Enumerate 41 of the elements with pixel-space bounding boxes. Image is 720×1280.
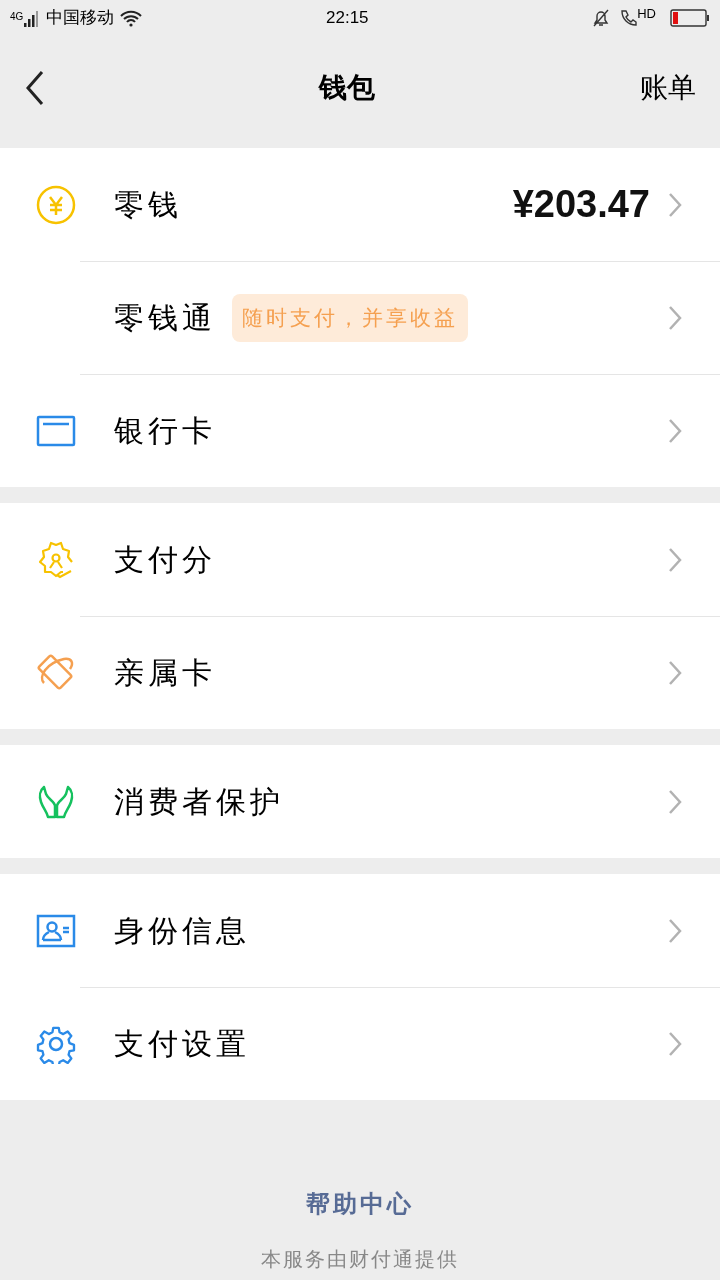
wallet-item[interactable]: 身份信息 bbox=[0, 874, 720, 987]
status-time: 22:15 bbox=[325, 7, 370, 30]
coin-icon bbox=[36, 184, 76, 225]
signal-icon bbox=[24, 9, 39, 27]
page-title: 钱包 bbox=[317, 71, 376, 105]
bill-button[interactable]: 账单 bbox=[640, 67, 696, 109]
wallet-item[interactable]: 支付分 bbox=[0, 503, 720, 616]
chevron-icon bbox=[668, 788, 682, 815]
item-label: 零钱通 bbox=[114, 300, 216, 336]
item-label: 零钱 bbox=[114, 187, 182, 223]
chevron-icon bbox=[668, 917, 682, 944]
badge-icon bbox=[36, 539, 76, 580]
wifi-icon bbox=[119, 9, 144, 27]
wallet-item[interactable]: 银行卡 bbox=[0, 374, 720, 487]
chevron-icon bbox=[668, 417, 682, 444]
network-type: 4G bbox=[10, 12, 24, 22]
item-label: 支付设置 bbox=[114, 1026, 250, 1062]
carrier-name: 中国移动 bbox=[46, 7, 115, 30]
wallet-item[interactable]: 亲属卡 bbox=[0, 616, 720, 729]
battery-icon bbox=[670, 8, 710, 28]
item-label: 消费者保护 bbox=[114, 784, 284, 820]
wallet-item[interactable]: 零钱通 随时支付，并享收益 bbox=[0, 261, 720, 374]
chevron-icon bbox=[668, 546, 682, 573]
help-center-link[interactable]: 帮助中心 bbox=[306, 1186, 414, 1222]
wallet-item[interactable]: 支付设置 bbox=[0, 987, 720, 1100]
item-label: 银行卡 bbox=[114, 413, 216, 449]
chevron-icon bbox=[668, 191, 682, 218]
provider-note: 本服务由财付通提供 bbox=[261, 1247, 459, 1272]
item-label: 支付分 bbox=[114, 542, 216, 578]
balance-amount: ¥203.47 bbox=[512, 182, 650, 227]
family-icon bbox=[36, 652, 76, 693]
item-label: 亲属卡 bbox=[114, 655, 216, 691]
wallet-item[interactable]: 零钱 ¥203.47 bbox=[0, 148, 720, 261]
promo-tag: 随时支付，并享收益 bbox=[232, 293, 468, 342]
wallet-item[interactable]: 消费者保护 bbox=[0, 745, 720, 858]
phone-icon bbox=[619, 8, 638, 28]
hd-label: HD bbox=[637, 5, 656, 23]
chevron-icon bbox=[668, 659, 682, 686]
chevron-icon bbox=[668, 1030, 682, 1057]
item-label: 身份信息 bbox=[114, 913, 250, 949]
chevron-icon bbox=[668, 304, 682, 331]
